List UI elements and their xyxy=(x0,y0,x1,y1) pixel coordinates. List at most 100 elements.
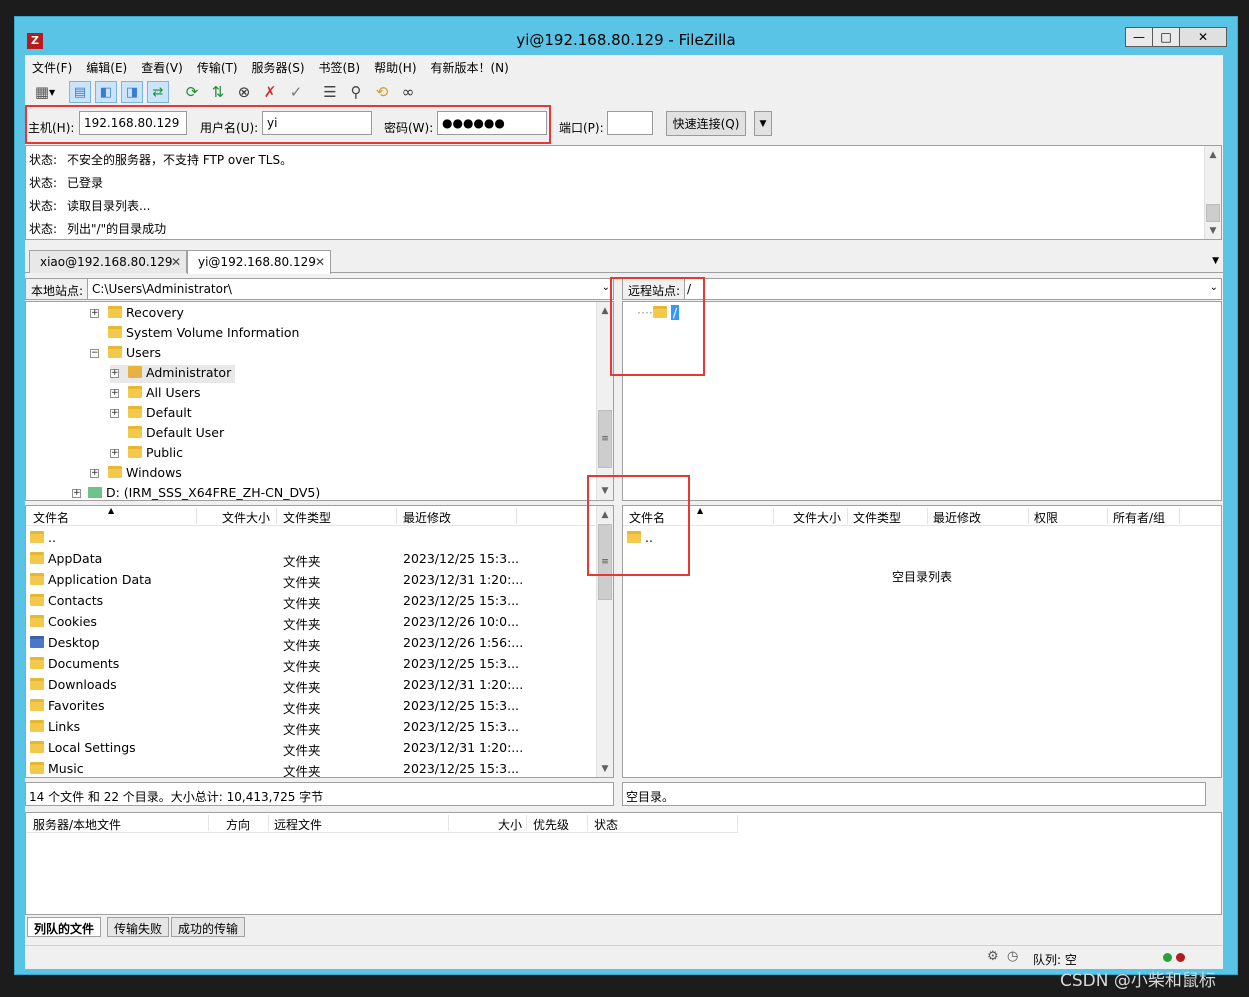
tree-item[interactable]: + Windows xyxy=(90,465,182,483)
col-priority[interactable]: 优先级 xyxy=(533,816,569,833)
maximize-button[interactable]: □ xyxy=(1152,27,1180,47)
log-scrollbar[interactable]: ▲ ▼ xyxy=(1204,146,1221,239)
menu-file[interactable]: 文件(F) xyxy=(31,55,79,77)
menu-bookmarks[interactable]: 书签(B) xyxy=(318,55,368,77)
toggle-log-icon[interactable]: ▤ xyxy=(69,81,91,103)
quickconnect-button[interactable]: 快速连接(Q) xyxy=(666,111,746,136)
table-row[interactable]: Downloads 文件夹 2023/12/31 1:20:... xyxy=(26,674,613,695)
menu-server[interactable]: 服务器(S) xyxy=(251,55,312,77)
col-filesize[interactable]: 文件大小 xyxy=(793,509,841,526)
col-size[interactable]: 大小 xyxy=(498,816,522,833)
table-row[interactable]: Contacts 文件夹 2023/12/25 15:3... xyxy=(26,590,613,611)
col-modified[interactable]: 最近修改 xyxy=(933,509,981,526)
menu-new-version[interactable]: 有新版本！(N) xyxy=(430,55,516,77)
tree-item-root[interactable]: ···· / xyxy=(637,305,680,323)
username-input[interactable] xyxy=(262,111,372,135)
file-modified: 2023/12/26 10:0... xyxy=(403,614,520,629)
tree-item-administrator[interactable]: + Administrator xyxy=(110,365,236,383)
tab-yi[interactable]: yi@192.168.80.129 ✕ xyxy=(187,250,331,274)
tree-item[interactable]: + Public xyxy=(110,445,183,463)
col-owner[interactable]: 所有者/组 xyxy=(1113,509,1165,526)
scroll-up-icon[interactable]: ▲ xyxy=(597,506,613,523)
menu-edit[interactable]: 编辑(E) xyxy=(85,55,134,77)
close-tab-icon[interactable]: ✕ xyxy=(315,255,325,269)
scroll-down-icon[interactable]: ▼ xyxy=(597,760,613,777)
sync-browse-icon[interactable]: ⟲ xyxy=(371,81,393,103)
gear-icon[interactable]: ⚙ xyxy=(987,949,999,964)
col-server-local-file[interactable]: 服务器/本地文件 xyxy=(33,816,121,833)
scroll-up-icon[interactable]: ▲ xyxy=(1205,146,1221,163)
col-filetype[interactable]: 文件类型 xyxy=(853,509,901,526)
filter-icon[interactable]: ☰ xyxy=(319,81,341,103)
col-filename[interactable]: 文件名 xyxy=(629,509,665,526)
local-site-path[interactable]: C:\Users\Administrator\ xyxy=(92,282,232,296)
quickconnect-dropdown-icon[interactable]: ▼ xyxy=(754,111,772,136)
scroll-thumb[interactable]: ≡ xyxy=(598,410,612,468)
local-list-scrollbar[interactable]: ▲ ≡ ▼ xyxy=(596,506,613,777)
search-icon[interactable]: ⚲ xyxy=(345,81,367,103)
col-filename[interactable]: 文件名 xyxy=(33,509,69,526)
table-row[interactable]: Desktop 文件夹 2023/12/26 1:56:... xyxy=(26,632,613,653)
col-status[interactable]: 状态 xyxy=(594,816,618,833)
table-row[interactable]: Local Settings 文件夹 2023/12/31 1:20:... xyxy=(26,737,613,758)
disconnect-icon[interactable]: ✗ xyxy=(259,81,281,103)
tab-xiao[interactable]: xiao@192.168.80.129 ✕ xyxy=(29,250,187,273)
chevron-down-icon[interactable]: ⌄ xyxy=(602,282,610,293)
table-row[interactable]: Documents 文件夹 2023/12/25 15:3... xyxy=(26,653,613,674)
table-row[interactable]: Application Data 文件夹 2023/12/31 1:20:... xyxy=(26,569,613,590)
reconnect-icon[interactable]: ✓ xyxy=(285,81,307,103)
toggle-queue-icon[interactable]: ⇄ xyxy=(147,81,169,103)
scroll-down-icon[interactable]: ▼ xyxy=(597,482,613,499)
local-tree-scrollbar[interactable]: ▲ ≡ ▼ xyxy=(596,302,613,500)
table-row[interactable]: Music 文件夹 2023/12/25 15:3... xyxy=(26,758,613,777)
col-filesize[interactable]: 文件大小 xyxy=(222,509,270,526)
tab-successful-transfers[interactable]: 成功的传输 xyxy=(171,917,246,937)
table-row[interactable]: Links 文件夹 2023/12/25 15:3... xyxy=(26,716,613,737)
host-input[interactable] xyxy=(79,111,187,135)
remote-site-path[interactable]: / xyxy=(687,282,691,296)
col-direction[interactable]: 方向 xyxy=(226,816,250,833)
table-row[interactable]: AppData 文件夹 2023/12/25 15:3... xyxy=(26,548,613,569)
tree-item[interactable]: System Volume Information xyxy=(90,325,299,343)
cancel-icon[interactable]: ⊗ xyxy=(233,81,255,103)
tree-item[interactable]: + All Users xyxy=(110,385,200,403)
refresh-icon[interactable]: ⟳ xyxy=(181,81,203,103)
tree-item[interactable]: + Recovery xyxy=(90,305,184,323)
menu-help[interactable]: 帮助(H) xyxy=(373,55,423,77)
title-bar[interactable]: Z yi@192.168.80.129 - FileZilla — □ ✕ xyxy=(15,17,1237,55)
process-queue-icon[interactable]: ⇅ xyxy=(207,81,229,103)
tab-queued-files[interactable]: 列队的文件 xyxy=(27,917,102,937)
speed-limit-icon[interactable]: ◷ xyxy=(1007,949,1018,964)
site-manager-icon[interactable]: ▦ ▼ xyxy=(29,81,61,103)
port-input[interactable] xyxy=(607,111,653,135)
table-row[interactable]: Cookies 文件夹 2023/12/26 10:0... xyxy=(26,611,613,632)
col-filetype[interactable]: 文件类型 xyxy=(283,509,331,526)
list-item[interactable]: .. xyxy=(623,527,1221,548)
col-permissions[interactable]: 权限 xyxy=(1034,509,1058,526)
tree-item-drive-d[interactable]: + D: (IRM_SSS_X64FRE_ZH-CN_DV5) xyxy=(72,485,320,500)
password-input[interactable] xyxy=(437,111,547,135)
tab-failed-transfers[interactable]: 传输失败 xyxy=(107,917,170,937)
close-tab-icon[interactable]: ✕ xyxy=(171,255,181,269)
tree-item[interactable]: + Default xyxy=(110,405,192,423)
scroll-thumb[interactable]: ≡ xyxy=(598,524,612,600)
toggle-remote-tree-icon[interactable]: ◨ xyxy=(121,81,143,103)
scroll-down-icon[interactable]: ▼ xyxy=(1205,222,1221,239)
scroll-thumb[interactable] xyxy=(1206,204,1220,222)
chevron-down-icon[interactable]: ⌄ xyxy=(1210,282,1218,293)
col-modified[interactable]: 最近修改 xyxy=(403,509,451,526)
tab-menu-icon[interactable]: ▼ xyxy=(1212,256,1219,266)
scroll-up-icon[interactable]: ▲ xyxy=(597,302,613,319)
minimize-button[interactable]: — xyxy=(1125,27,1153,47)
menu-bar: 文件(F) 编辑(E) 查看(V) 传输(T) 服务器(S) 书签(B) 帮助(… xyxy=(25,55,1223,77)
binoculars-icon[interactable]: ∞ xyxy=(397,81,419,103)
toggle-local-tree-icon[interactable]: ◧ xyxy=(95,81,117,103)
menu-view[interactable]: 查看(V) xyxy=(140,55,190,77)
tree-item[interactable]: Default User xyxy=(110,425,224,443)
menu-transfer[interactable]: 传输(T) xyxy=(196,55,245,77)
table-row[interactable]: Favorites 文件夹 2023/12/25 15:3... xyxy=(26,695,613,716)
col-remote-file[interactable]: 远程文件 xyxy=(274,816,322,833)
table-row[interactable]: .. xyxy=(26,527,613,548)
close-button[interactable]: ✕ xyxy=(1179,27,1227,47)
tree-item[interactable]: − Users xyxy=(90,345,161,363)
